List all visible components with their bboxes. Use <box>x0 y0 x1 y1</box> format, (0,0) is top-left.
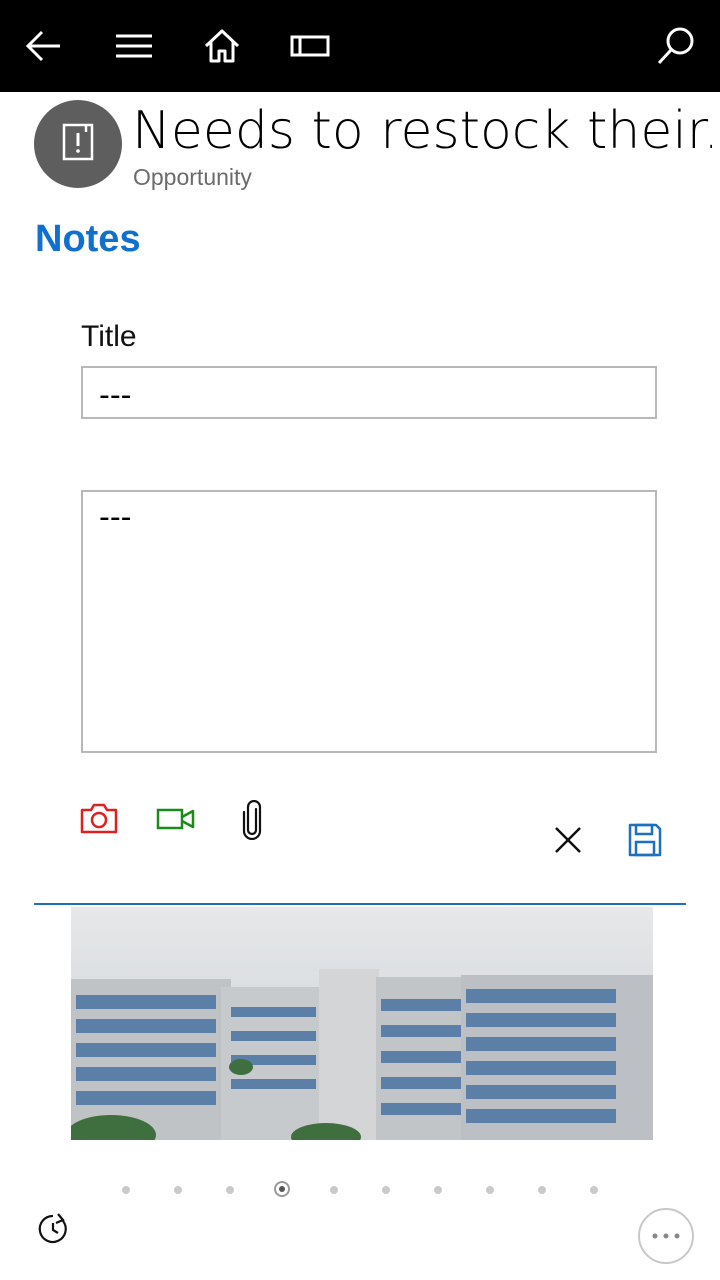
hamburger-menu-icon[interactable] <box>106 18 162 74</box>
page-dot[interactable] <box>486 1186 494 1194</box>
record-title: Needs to restock their... <box>132 101 712 161</box>
notes-entity-icon <box>61 122 95 167</box>
close-icon[interactable] <box>550 822 586 858</box>
page-dot[interactable] <box>174 1186 182 1194</box>
save-icon[interactable] <box>626 821 664 859</box>
note-title-input[interactable]: --- <box>81 366 657 419</box>
camera-icon[interactable] <box>80 800 118 836</box>
title-field-label: Title <box>81 320 137 353</box>
dashboard-icon[interactable] <box>282 18 338 74</box>
page-dot[interactable] <box>590 1186 598 1194</box>
page-dot[interactable] <box>538 1186 546 1194</box>
entity-avatar <box>34 100 122 188</box>
back-arrow-icon[interactable] <box>16 18 72 74</box>
app-command-bar <box>0 0 720 92</box>
page-dot[interactable] <box>382 1186 390 1194</box>
recent-history-icon[interactable] <box>36 1212 70 1251</box>
page-dot[interactable] <box>122 1186 130 1194</box>
page-dot[interactable] <box>330 1186 338 1194</box>
record-type: Opportunity <box>133 164 252 190</box>
building-photo[interactable] <box>71 907 653 1140</box>
notes-section-title: Notes <box>35 218 141 260</box>
video-camera-icon[interactable] <box>156 804 196 834</box>
section-divider <box>34 903 686 905</box>
search-icon[interactable] <box>648 18 704 74</box>
more-ellipsis-icon[interactable] <box>638 1208 694 1264</box>
note-body-textarea[interactable]: --- <box>81 490 657 753</box>
home-icon[interactable] <box>194 18 250 74</box>
gallery-page-indicator <box>0 1180 720 1200</box>
page-dot[interactable] <box>226 1186 234 1194</box>
paperclip-icon[interactable] <box>240 800 264 840</box>
page-dot[interactable] <box>434 1186 442 1194</box>
page-dot-active[interactable] <box>274 1181 290 1197</box>
